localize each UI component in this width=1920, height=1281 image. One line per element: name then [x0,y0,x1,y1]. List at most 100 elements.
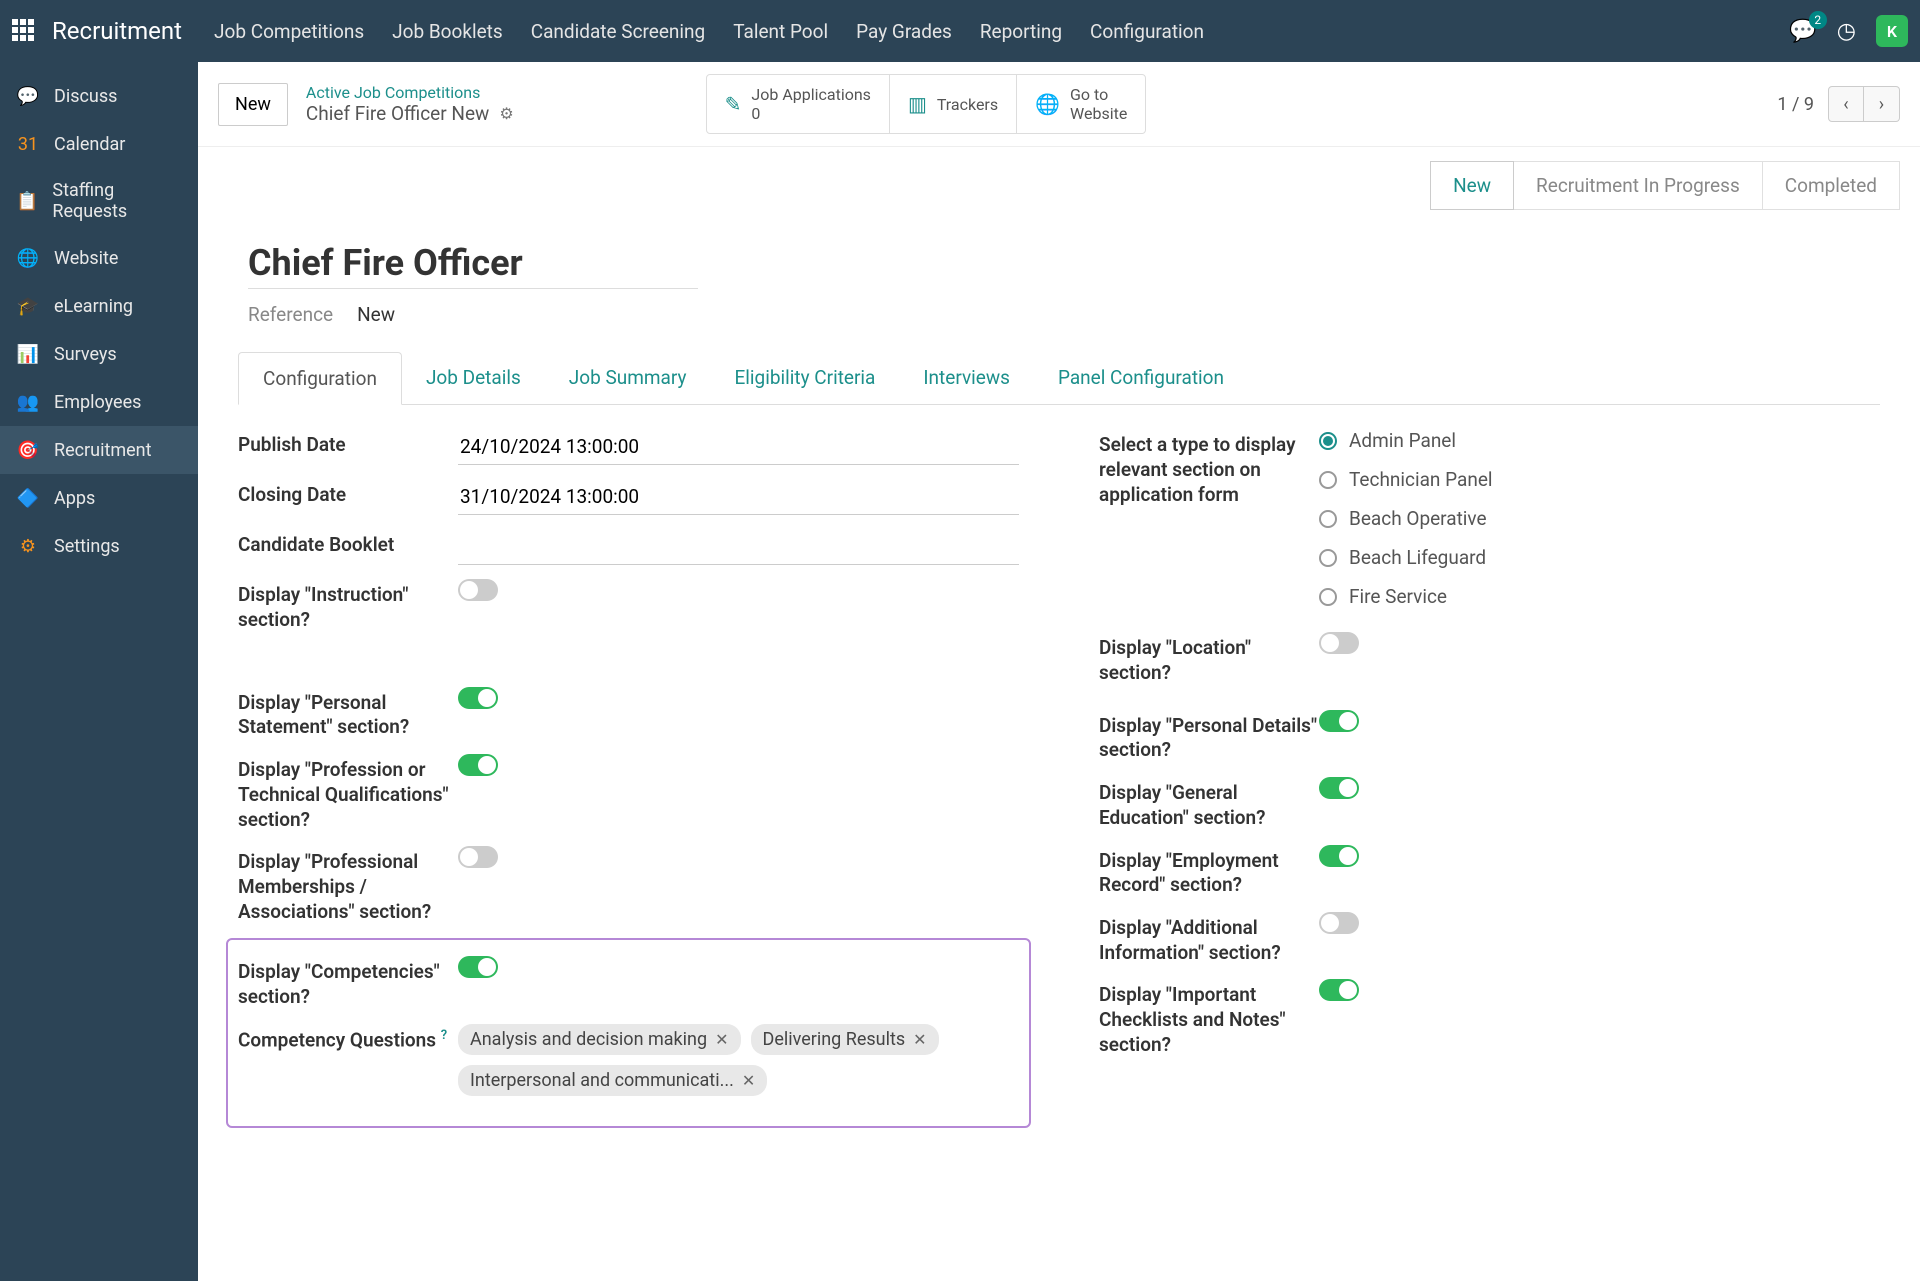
sidebar-icon: 🎓 [16,294,40,318]
sidebar-icon: 31 [16,132,40,156]
radio-label: Technician Panel [1349,468,1493,491]
display-prof-member-label: Display "Professional Memberships / Asso… [238,846,458,924]
pager-prev[interactable]: ‹ [1828,86,1864,122]
gear-icon[interactable]: ⚙ [499,104,513,123]
tag-label: Analysis and decision making [470,1029,707,1050]
status-step-recruitment-in-progress[interactable]: Recruitment In Progress [1514,161,1763,210]
radio-icon [1319,588,1337,606]
publish-date-label: Publish Date [238,429,458,458]
display-competencies-label: Display "Competencies" section? [238,956,458,1009]
radio-fire-service[interactable]: Fire Service [1319,585,1880,608]
apps-grid-icon[interactable] [12,19,36,43]
new-button[interactable]: New [218,83,288,126]
sidebar-item-recruitment[interactable]: 🎯Recruitment [0,426,198,474]
display-prof-qual-label: Display "Profession or Technical Qualifi… [238,754,458,832]
tab-interviews[interactable]: Interviews [899,352,1034,404]
breadcrumb-parent[interactable]: Active Job Competitions [306,83,514,102]
sidebar-icon: 📋 [16,189,38,213]
tag-remove-icon[interactable]: ✕ [742,1071,755,1090]
user-avatar[interactable]: K [1876,15,1908,47]
status-step-new[interactable]: New [1430,161,1514,210]
display-general-education-toggle[interactable] [1319,777,1359,799]
pager-next[interactable]: › [1864,86,1900,122]
sidebar-icon: 📊 [16,342,40,366]
top-nav: Job Competitions Job Booklets Candidate … [214,20,1204,43]
competency-tag[interactable]: Analysis and decision making ✕ [458,1024,741,1055]
tag-remove-icon[interactable]: ✕ [913,1030,926,1049]
radio-icon [1319,432,1337,450]
sidebar-icon: 💬 [16,84,40,108]
stat-job-applications[interactable]: ✎ Job Applications0 [707,75,890,133]
radio-beach-operative[interactable]: Beach Operative [1319,507,1880,530]
nav-job-competitions[interactable]: Job Competitions [214,20,364,43]
tab-eligibility-criteria[interactable]: Eligibility Criteria [711,352,900,404]
record-title[interactable]: Chief Fire Officer [248,242,1880,284]
globe-icon: 🌐 [1035,92,1060,116]
tag-label: Interpersonal and communicati... [470,1070,734,1091]
sidebar-label: Website [54,248,118,269]
activity-icon[interactable]: ◷ [1837,19,1856,44]
closing-date-input[interactable] [458,479,1019,515]
sidebar-item-website[interactable]: 🌐Website [0,234,198,282]
nav-candidate-screening[interactable]: Candidate Screening [531,20,706,43]
sidebar-item-staffing-requests[interactable]: 📋 Staffing Requests [0,168,198,234]
display-personal-statement-toggle[interactable] [458,687,498,709]
sidebar-item-surveys[interactable]: 📊Surveys [0,330,198,378]
tab-panel-configuration[interactable]: Panel Configuration [1034,352,1248,404]
radio-beach-lifeguard[interactable]: Beach Lifeguard [1319,546,1880,569]
publish-date-input[interactable] [458,429,1019,465]
stat-go-to-website[interactable]: 🌐 Go toWebsite [1017,75,1145,133]
tab-configuration[interactable]: Configuration [238,352,402,405]
stat-trackers[interactable]: ▥ Trackers [890,75,1017,133]
tab-job-details[interactable]: Job Details [402,352,545,404]
competency-questions-label: Competency Questions ? [238,1024,458,1053]
display-location-label: Display "Location" section? [1099,632,1319,685]
radio-label: Admin Panel [1349,429,1456,452]
nav-reporting[interactable]: Reporting [980,20,1062,43]
display-prof-qual-toggle[interactable] [458,754,498,776]
radio-technician-panel[interactable]: Technician Panel [1319,468,1880,491]
sidebar-item-calendar[interactable]: 31Calendar [0,120,198,168]
sidebar: 💬 Discuss 31Calendar 📋 Staffing Requests 🌐Web… [0,62,198,1281]
sidebar-item-discuss[interactable]: 💬 Discuss [0,72,198,120]
display-type-label: Select a type to display relevant sectio… [1099,429,1319,507]
display-personal-details-toggle[interactable] [1319,710,1359,732]
sidebar-item-elearning[interactable]: 🎓 eLearning [0,282,198,330]
display-employment-toggle[interactable] [1319,845,1359,867]
sidebar-label: Discuss [54,86,117,107]
display-employment-label: Display "Employment Record" section? [1099,845,1319,898]
sidebar-item-apps[interactable]: 🔷Apps [0,474,198,522]
radio-admin-panel[interactable]: Admin Panel [1319,429,1880,452]
candidate-booklet-input[interactable] [458,529,1019,565]
bar-chart-icon: ▥ [908,92,927,116]
sidebar-label: Apps [54,488,95,509]
nav-configuration[interactable]: Configuration [1090,20,1204,43]
sidebar-label: eLearning [54,296,133,317]
stat-buttons: ✎ Job Applications0 ▥ Trackers 🌐 Go toWe… [706,74,1147,134]
radio-label: Fire Service [1349,585,1447,608]
pager-text: 1 / 9 [1777,94,1814,115]
candidate-booklet-label: Candidate Booklet [238,529,458,558]
sidebar-item-settings[interactable]: ⚙Settings [0,522,198,570]
competency-tag[interactable]: Interpersonal and communicati... ✕ [458,1065,767,1096]
closing-date-label: Closing Date [238,479,458,508]
tag-remove-icon[interactable]: ✕ [715,1030,728,1049]
display-location-toggle[interactable] [1319,632,1359,654]
nav-talent-pool[interactable]: Talent Pool [733,20,828,43]
sidebar-label: Staffing Requests [52,180,182,222]
sidebar-item-employees[interactable]: 👥Employees [0,378,198,426]
nav-job-booklets[interactable]: Job Booklets [392,20,503,43]
app-title: Recruitment [52,17,182,45]
display-instruction-toggle[interactable] [458,579,498,601]
display-additional-toggle[interactable] [1319,912,1359,934]
display-checklists-toggle[interactable] [1319,979,1359,1001]
status-step-completed[interactable]: Completed [1763,161,1900,210]
display-competencies-toggle[interactable] [458,956,498,978]
nav-pay-grades[interactable]: Pay Grades [856,20,952,43]
reference-label: Reference [248,303,333,326]
messages-button[interactable]: 💬 2 [1789,19,1816,44]
competency-tag[interactable]: Delivering Results✕ [751,1024,939,1055]
display-prof-member-toggle[interactable] [458,846,498,868]
help-icon[interactable]: ? [441,1028,447,1043]
tab-job-summary[interactable]: Job Summary [545,352,711,404]
